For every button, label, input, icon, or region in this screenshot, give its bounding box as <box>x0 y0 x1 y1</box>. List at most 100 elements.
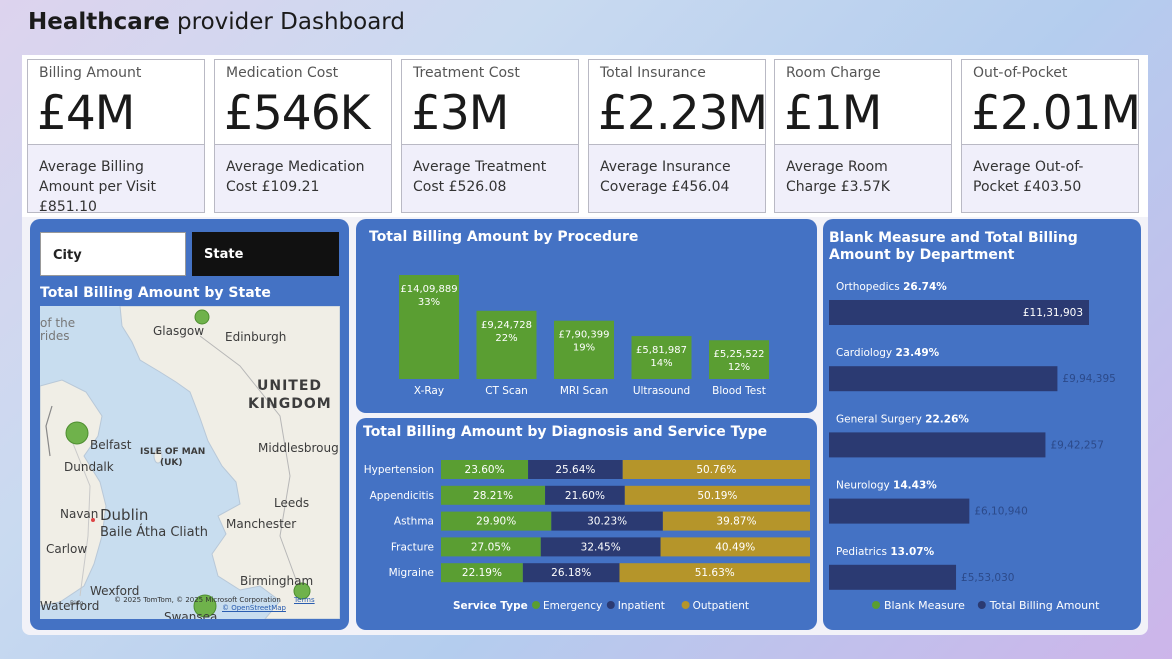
kpi-card-total-insurance: Total Insurance £2.23M Average Insurance… <box>588 59 768 213</box>
map-label: ISLE OF MAN <box>140 447 206 457</box>
map-bubble[interactable] <box>194 309 210 325</box>
osm-link[interactable]: © OpenStreetMap <box>222 604 286 612</box>
terms-link[interactable]: Terms <box>294 596 315 604</box>
segment-label: 39.87% <box>716 516 756 528</box>
department-label: Neurology 14.43% <box>836 480 937 492</box>
kpi-subtext: Average Billing Amount per Visit £851.10 <box>28 144 204 215</box>
procedure-chart-card: Total Billing Amount by Procedure £14,09… <box>356 219 817 413</box>
kpi-value: £3M <box>411 86 509 141</box>
kpi-subtext: Average Room Charge £3.57K <box>775 144 951 212</box>
legend-marker <box>681 601 690 609</box>
map-label: Dundalk <box>64 460 114 474</box>
title-rest: provider Dashboard <box>169 9 405 35</box>
map-title: Total Billing Amount by State <box>40 285 271 301</box>
map-label: Birmingham <box>240 574 314 588</box>
segment-label: 21.60% <box>565 490 605 502</box>
kpi-subtext: Average Out-of-Pocket £403.50 <box>962 144 1138 212</box>
category-label: Ultrasound <box>633 385 690 397</box>
legend-label: Blank Measure <box>884 599 965 612</box>
map-label: KINGDOM <box>248 396 332 412</box>
department-bar-chart: Orthopedics 26.74% £11,31,903 Cardiology 2… <box>829 281 1116 612</box>
kpi-card-room-charge: Room Charge £1M Average Room Charge £3.5… <box>774 59 952 213</box>
map-label: Edinburgh <box>225 330 287 344</box>
page-title: Healthcare provider Dashboard <box>28 9 405 35</box>
map-label: Navan <box>60 507 99 521</box>
segment-label: 29.90% <box>476 516 516 528</box>
map-label: Leeds <box>274 496 310 510</box>
bar-value-label: £5,81,987 <box>636 345 687 356</box>
bar-value-label: £5,53,030 <box>961 572 1014 584</box>
map-label: Manchester <box>226 517 297 531</box>
category-label: X-Ray <box>414 385 444 397</box>
bar-value-label: £9,94,395 <box>1062 373 1115 385</box>
department-bar[interactable] <box>829 564 957 590</box>
title-bold: Healthcare <box>28 9 170 35</box>
kpi-value: £546K <box>224 86 370 141</box>
segment-label: 25.64% <box>555 464 595 476</box>
bar-percent-label: 14% <box>650 358 672 369</box>
department-bar[interactable] <box>829 498 970 524</box>
map-label: UNITED <box>257 378 323 394</box>
kpi-subtext: Average Medication Cost £109.21 <box>215 144 391 212</box>
department-label: Cardiology 23.49% <box>836 347 940 359</box>
state-slicer[interactable]: State <box>192 232 339 276</box>
category-label: Asthma <box>394 516 434 528</box>
kpi-value: £2.23M <box>598 86 768 141</box>
map-label: Baile Átha Cliath <box>100 525 208 540</box>
kpi-label: Room Charge <box>786 65 881 81</box>
kpi-value: £1M <box>784 86 882 141</box>
segment-label: 51.63% <box>695 567 735 579</box>
bar-percent-label: 22% <box>495 333 517 344</box>
kpi-card-treatment-cost: Treatment Cost £3M Average Treatment Cos… <box>401 59 579 213</box>
bar-percent-label: 33% <box>418 297 440 308</box>
map-bubble[interactable] <box>65 421 89 445</box>
department-label: General Surgery 22.26% <box>836 413 969 425</box>
map-label: (UK) <box>160 458 183 468</box>
legend-marker <box>872 601 880 609</box>
procedure-bar-chart: £14,09,889 33% X-Ray £9,24,728 22% CT Scan £7,… <box>399 275 769 397</box>
department-chart-card: Blank Measure and Total Billing Amount b… <box>823 219 1141 630</box>
legend-marker <box>977 601 986 609</box>
legend-marker <box>532 601 540 609</box>
bar-percent-label: 12% <box>728 362 750 373</box>
kpi-label: Medication Cost <box>226 65 339 81</box>
legend-label: Emergency <box>543 600 602 612</box>
segment-label: 50.76% <box>696 464 736 476</box>
bar-value-label: £7,90,399 <box>559 330 610 341</box>
diagnosis-chart-card: Total Billing Amount by Diagnosis and Se… <box>356 418 817 630</box>
billing-map[interactable]: of the rides Glasgow Edinburgh UNITED KI… <box>40 306 340 619</box>
map-label: Swansea <box>164 610 218 619</box>
kpi-subtext: Average Insurance Coverage £456.04 <box>589 144 765 212</box>
bar-value-label: £5,25,522 <box>714 349 765 360</box>
category-label: CT Scan <box>485 385 528 397</box>
legend-marker <box>606 601 615 609</box>
department-label: Pediatrics 13.07% <box>836 546 935 558</box>
kpi-label: Out-of-Pocket <box>973 65 1068 81</box>
department-bar[interactable] <box>829 432 1046 458</box>
segment-label: 26.18% <box>551 567 591 579</box>
segment-label: 32.45% <box>581 541 621 553</box>
legend-label: Total Billing Amount <box>989 599 1100 612</box>
map-label: of the <box>40 316 76 330</box>
department-label: Orthopedics 26.74% <box>836 281 947 293</box>
category-label: Fracture <box>391 541 434 553</box>
kpi-label: Total Insurance <box>600 65 706 81</box>
category-label: Blood Test <box>712 385 766 397</box>
kpi-label: Billing Amount <box>39 65 142 81</box>
category-label: Migraine <box>389 567 434 579</box>
kpi-card-medication-cost: Medication Cost £546K Average Medication… <box>214 59 392 213</box>
legend-label: Inpatient <box>618 600 665 612</box>
department-bar[interactable] <box>829 366 1058 392</box>
segment-label: 22.19% <box>462 567 502 579</box>
bar-value-label: £9,24,728 <box>481 320 532 331</box>
kpi-value: £4M <box>37 86 135 141</box>
bar-value-label: £14,09,889 <box>400 284 457 295</box>
kpi-card-billing-amount: Billing Amount £4M Average Billing Amoun… <box>27 59 205 215</box>
map-label: Belfast <box>90 438 132 452</box>
segment-label: 28.21% <box>473 490 513 502</box>
segment-label: 50.19% <box>697 490 737 502</box>
kpi-subtext: Average Treatment Cost £526.08 <box>402 144 578 212</box>
city-slicer[interactable]: City <box>40 232 186 276</box>
segment-label: 23.60% <box>465 464 505 476</box>
map-label: Carlow <box>46 542 88 556</box>
